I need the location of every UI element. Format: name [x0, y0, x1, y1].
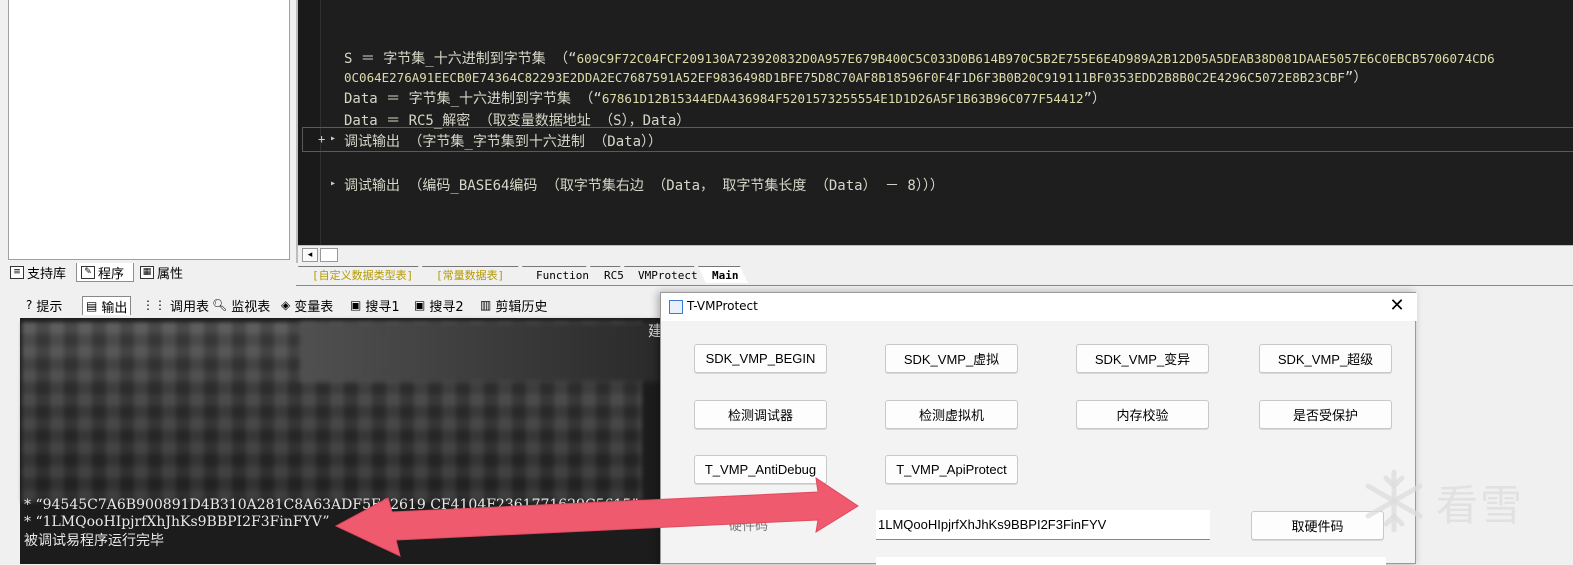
- vmp-virtual-button[interactable]: SDK_VMP_虚拟: [885, 344, 1018, 373]
- dialog-title-bar[interactable]: T-VMProtect ✕: [661, 293, 1417, 321]
- vmp-mutate-button[interactable]: SDK_VMP_变异: [1076, 344, 1209, 373]
- detect-debugger-button[interactable]: 检测调试器: [694, 400, 827, 429]
- redacted-output-2: [300, 322, 660, 382]
- api-protect-button[interactable]: T_VMP_ApiProtect: [885, 455, 1018, 484]
- hardware-code-label: 硬件码: [729, 518, 769, 533]
- tab-custom-data-types[interactable]: [自定义数据类型表]: [298, 266, 426, 283]
- watermark: 看雪: [1358, 466, 1568, 536]
- editor-gutter: [298, 0, 321, 245]
- watermark-text: 看雪: [1436, 481, 1525, 530]
- tab-main[interactable]: Main: [698, 266, 748, 283]
- code-line-debug-2[interactable]: 调试输出 （编码_BASE64编码 （取字节集右边 （Data， 取字节集长度 …: [344, 175, 944, 195]
- tab-program[interactable]: ✎ 程序: [76, 263, 134, 282]
- variable-icon: ◈: [281, 298, 291, 312]
- tab-output[interactable]: ▤ 输出: [82, 296, 132, 316]
- program-icon: ✎: [81, 265, 95, 279]
- call-table-icon: ⋮⋮: [142, 298, 166, 312]
- tab-variables[interactable]: ◈ 变量表: [281, 296, 333, 315]
- tab-library[interactable]: ≡ 支持库: [6, 263, 74, 282]
- tab-property[interactable]: ▦ 属性: [136, 263, 192, 282]
- app-icon: [669, 300, 683, 314]
- code-line-s-1[interactable]: S ＝ 字节集_十六进制到字节集 （“609C9F72C04FCF209130A…: [344, 48, 1495, 68]
- tvmprotect-dialog: T-VMProtect ✕ SDK_VMP_BEGIN SDK_VMP_虚拟 S…: [660, 292, 1417, 565]
- output-icon: ▤: [86, 299, 98, 313]
- project-panel-tabs: ≡ 支持库 ✎ 程序 ▦ 属性: [0, 261, 296, 285]
- output-line-base64: * “1LMQooHIpjrfXhJhKs9BBPI2F3FinFYV”: [24, 514, 330, 530]
- project-tree[interactable]: [8, 0, 290, 260]
- search1-icon: ▣: [350, 298, 362, 312]
- scroll-left-button[interactable]: ◂: [302, 248, 318, 262]
- dialog-title: T-VMProtect: [687, 299, 758, 313]
- output-toolbar: ? 提示 ▤ 输出 ⋮⋮ 调用表 🔍︎ 监视表 ◈ 变量表 ▣ 搜寻1 ▣ 搜寻2 ▥ 剪辑历史: [0, 293, 660, 317]
- breakpoint-plus-marker[interactable]: +: [318, 132, 325, 146]
- code-line-debug-1[interactable]: 调试输出 （字节集_字节集到十六进制 （Data））: [344, 131, 662, 151]
- memory-check-button[interactable]: 内存校验: [1076, 400, 1209, 429]
- code-line-data-1[interactable]: Data ＝ 字节集_十六进制到字节集 （“67861D12B15344EDA4…: [344, 88, 1106, 108]
- anti-debug-button[interactable]: T_VMP_AntiDebug: [694, 455, 827, 484]
- vmp-super-button[interactable]: SDK_VMP_超级: [1259, 344, 1392, 373]
- line-arrow-marker: ▸: [330, 133, 337, 144]
- search2-icon: ▣: [414, 298, 426, 312]
- tab-function[interactable]: Function: [522, 266, 594, 283]
- close-icon[interactable]: ✕: [1387, 295, 1407, 316]
- line-arrow-marker-2: ▸: [330, 178, 337, 189]
- property-icon: ▦: [140, 266, 154, 279]
- tab-search1[interactable]: ▣ 搜寻1: [350, 296, 400, 315]
- is-protected-button[interactable]: 是否受保护: [1259, 400, 1392, 429]
- editor-tabs: [自定义数据类型表] [常量数据表] Function RC5 VMProtec…: [296, 263, 1573, 286]
- editor-horizontal-scrollbar[interactable]: ◂: [298, 245, 1573, 264]
- tab-clip-history[interactable]: ▥ 剪辑历史: [480, 296, 547, 315]
- output-line-finished: 被调试易程序运行完毕: [24, 533, 164, 549]
- vmp-begin-button[interactable]: SDK_VMP_BEGIN: [694, 344, 827, 373]
- code-line-s-2[interactable]: 0C064E276A91EECB0E74364C82293E2DDA2EC768…: [344, 67, 1367, 87]
- project-panel: ≡ 支持库 ✎ 程序 ▦ 属性: [0, 0, 296, 285]
- library-icon: ≡: [10, 266, 24, 279]
- snowflake-icon: [1365, 469, 1423, 533]
- hardware-code-field[interactable]: 1LMQooHIpjrfXhJhKs9BBPI2F3FinFYV: [876, 510, 1210, 540]
- tab-watch[interactable]: 🔍︎ 监视表: [212, 296, 270, 315]
- tab-vmprotect[interactable]: VMProtect: [624, 266, 702, 283]
- tab-search2[interactable]: ▣ 搜寻2: [414, 296, 464, 315]
- tab-call-table[interactable]: ⋮⋮ 调用表: [142, 296, 209, 315]
- code-editor[interactable]: S ＝ 字节集_十六进制到字节集 （“609C9F72C04FCF209130A…: [296, 0, 1573, 264]
- clip-history-icon: ▥: [480, 298, 492, 312]
- watch-icon: 🔍︎: [212, 298, 228, 312]
- tab-rc5[interactable]: RC5: [590, 266, 628, 283]
- tab-hint[interactable]: ? 提示: [26, 296, 62, 315]
- output-line-hex: * “94545C7A6B900891D4B310A281C8A63ADF5E1…: [24, 497, 639, 513]
- scroll-thumb[interactable]: [320, 248, 338, 262]
- hint-icon: ?: [26, 298, 33, 312]
- detect-vm-button[interactable]: 检测虚拟机: [885, 400, 1018, 429]
- tab-constants[interactable]: [常量数据表]: [422, 266, 526, 283]
